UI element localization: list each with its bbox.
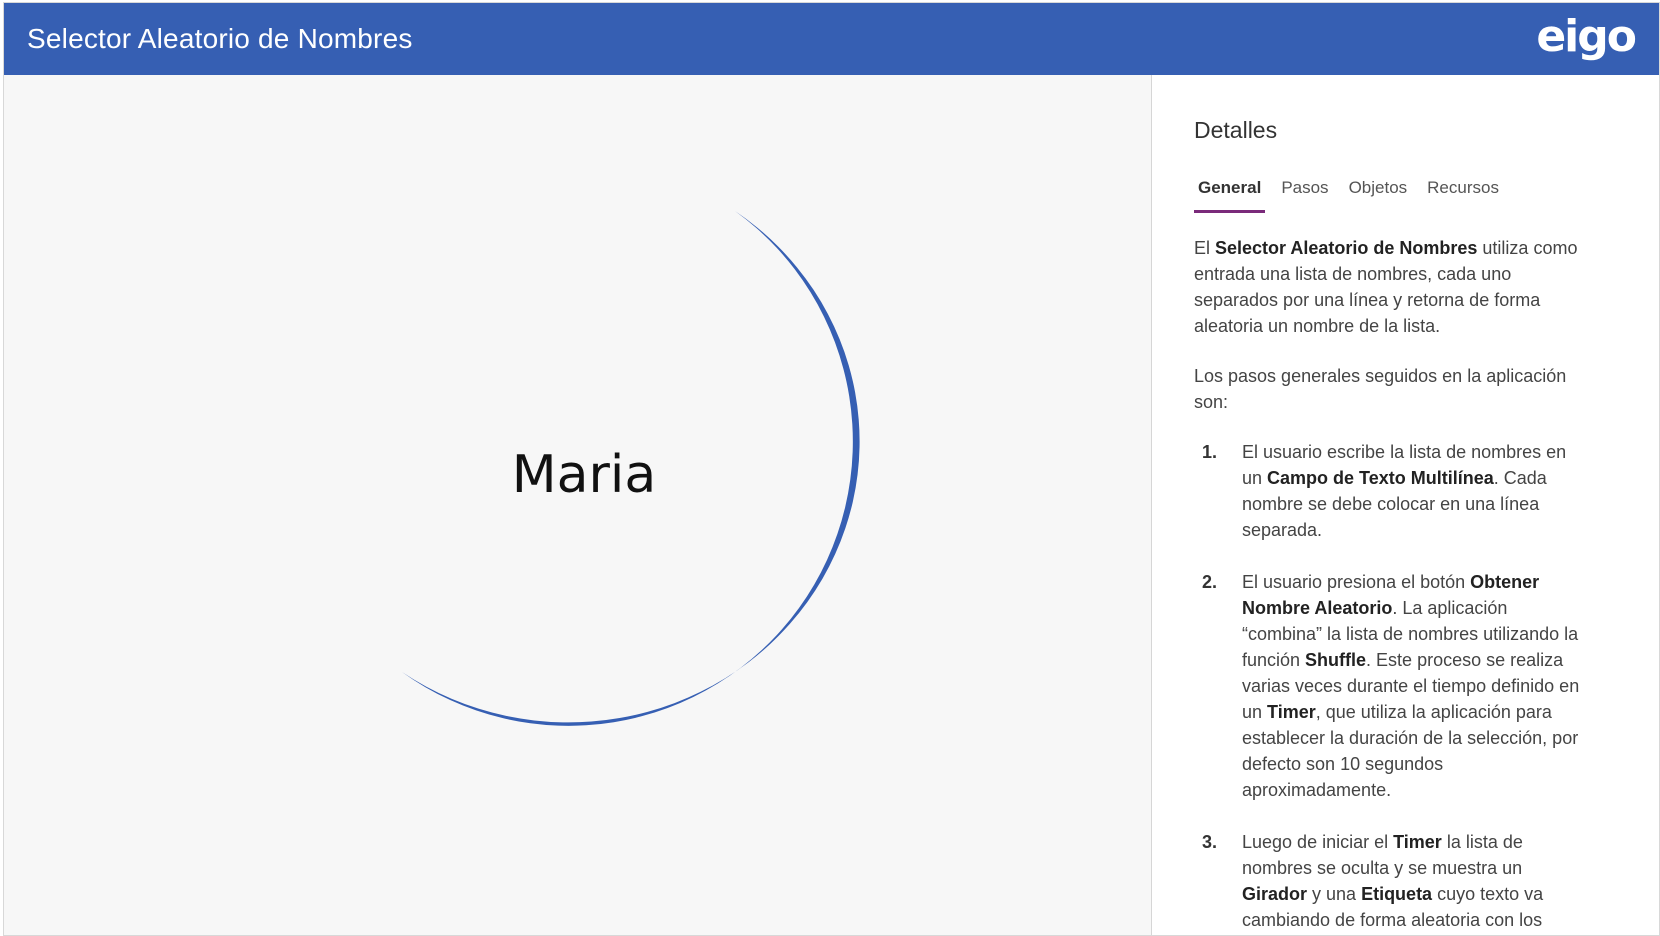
app-header: Selector Aleatorio de Nombres eigo xyxy=(4,3,1659,75)
step-item: 2. El usuario presiona el botón Obtener … xyxy=(1194,569,1584,803)
details-panel: Detalles General Pasos Objetos Recursos … xyxy=(1153,75,1659,935)
step-3-bold-1: Timer xyxy=(1393,832,1442,852)
intro-text-1: El xyxy=(1194,238,1216,258)
intro-paragraph: El Selector Aleatorio de Nombres utiliza… xyxy=(1194,235,1584,339)
step-number: 3. xyxy=(1202,832,1218,852)
selected-name-label: Maria xyxy=(511,445,657,505)
steps-intro: Los pasos generales seguidos en la aplic… xyxy=(1194,366,1567,412)
step-1-bold-1: Campo de Texto Multilínea xyxy=(1267,468,1494,488)
panel-title: Detalles xyxy=(1194,117,1278,143)
tab-pasos[interactable]: Pasos xyxy=(1277,177,1332,213)
tab-objetos[interactable]: Objetos xyxy=(1345,177,1412,213)
tab-general[interactable]: General xyxy=(1194,177,1266,213)
eigo-logo: eigo xyxy=(1536,11,1637,62)
step-3-bold-3: Etiqueta xyxy=(1361,884,1433,904)
step-text: El usuario presiona el botón Obtener Nom… xyxy=(1242,569,1584,803)
display-canvas: Maria xyxy=(4,75,1152,935)
step-3-text-3: y una xyxy=(1307,884,1362,904)
step-item: 3. Luego de iniciar el Timer la lista de… xyxy=(1194,829,1584,933)
step-3-bold-2: Girador xyxy=(1242,884,1308,904)
details-content: El Selector Aleatorio de Nombres utiliza… xyxy=(1194,235,1584,935)
details-tabs: General Pasos Objetos Recursos xyxy=(1194,177,1515,213)
step-text: El usuario escribe la lista de nombres e… xyxy=(1242,439,1584,543)
app-window: Selector Aleatorio de Nombres eigo Maria… xyxy=(3,2,1660,936)
intro-bold-1: Selector Aleatorio de Nombres xyxy=(1215,238,1478,258)
step-3-text-1: Luego de iniciar el xyxy=(1242,832,1394,852)
tab-recursos[interactable]: Recursos xyxy=(1423,177,1503,213)
step-2-bold-2: Shuffle xyxy=(1305,650,1367,670)
step-number: 1. xyxy=(1202,442,1218,462)
spinner-icon xyxy=(402,211,860,726)
app-title: Selector Aleatorio de Nombres xyxy=(27,23,413,54)
step-item: 1. El usuario escribe la lista de nombre… xyxy=(1194,439,1584,543)
step-2-text-1: El usuario presiona el botón xyxy=(1242,572,1471,592)
step-text: Luego de iniciar el Timer la lista de no… xyxy=(1242,829,1584,933)
step-2-bold-3: Timer xyxy=(1267,702,1316,722)
step-number: 2. xyxy=(1202,572,1218,592)
